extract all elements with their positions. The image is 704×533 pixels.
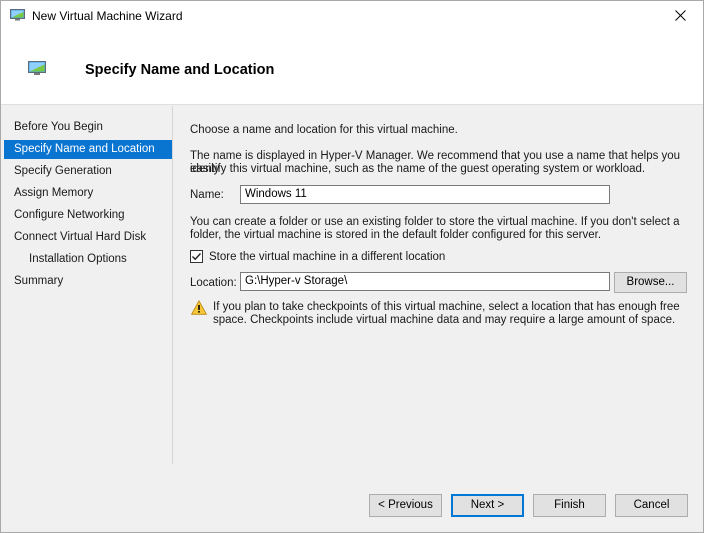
- nav-item-specify-name-and-location[interactable]: Specify Name and Location: [4, 140, 172, 159]
- location-input[interactable]: G:\Hyper-v Storage\: [240, 272, 610, 291]
- warning-text-line2: space. Checkpoints include virtual machi…: [213, 314, 676, 326]
- nav-item-installation-options[interactable]: Installation Options: [4, 250, 172, 269]
- warning-icon: [190, 299, 208, 315]
- window-title: New Virtual Machine Wizard: [32, 9, 183, 23]
- nav-item-assign-memory[interactable]: Assign Memory: [4, 184, 172, 203]
- wizard-header: Specify Name and Location: [1, 32, 703, 105]
- browse-button[interactable]: Browse...: [614, 272, 687, 293]
- nav-item-connect-virtual-hard-disk[interactable]: Connect Virtual Hard Disk: [4, 228, 172, 247]
- wizard-window: New Virtual Machine Wizard Specify Name …: [0, 0, 704, 533]
- location-label: Location:: [190, 277, 237, 289]
- title-bar: New Virtual Machine Wizard: [1, 1, 703, 32]
- name-label: Name:: [190, 189, 224, 201]
- finish-button[interactable]: Finish: [533, 494, 606, 517]
- cancel-button[interactable]: Cancel: [615, 494, 688, 517]
- nav-item-summary[interactable]: Summary: [4, 272, 172, 291]
- intro-text: Choose a name and location for this virt…: [190, 124, 458, 136]
- nav-item-specify-generation[interactable]: Specify Generation: [4, 162, 172, 181]
- nav-item-before-you-begin[interactable]: Before You Begin: [4, 118, 172, 137]
- folder-help-text-line1: You can create a folder or use an existi…: [190, 216, 680, 228]
- wizard-step-nav: Before You Begin Specify Name and Locati…: [1, 106, 173, 464]
- virtual-machine-icon: [10, 9, 25, 21]
- previous-button[interactable]: < Previous: [369, 494, 442, 517]
- checkmark-icon: [192, 253, 202, 261]
- warning-text-line1: If you plan to take checkpoints of this …: [213, 301, 680, 313]
- folder-help-text-line2: folder, the virtual machine is stored in…: [190, 229, 602, 241]
- name-input[interactable]: Windows 11: [240, 185, 610, 204]
- store-location-checkbox[interactable]: [190, 250, 203, 263]
- footer-divider: [1, 477, 703, 478]
- page-title: Specify Name and Location: [85, 62, 275, 78]
- store-location-checkbox-label[interactable]: Store the virtual machine in a different…: [209, 251, 445, 263]
- virtual-machine-icon: [28, 61, 46, 75]
- next-button[interactable]: Next >: [451, 494, 524, 517]
- nav-item-configure-networking[interactable]: Configure Networking: [4, 206, 172, 225]
- name-help-text-line2: identify this virtual machine, such as t…: [190, 163, 646, 175]
- close-icon: [674, 9, 686, 24]
- close-button[interactable]: [657, 1, 703, 32]
